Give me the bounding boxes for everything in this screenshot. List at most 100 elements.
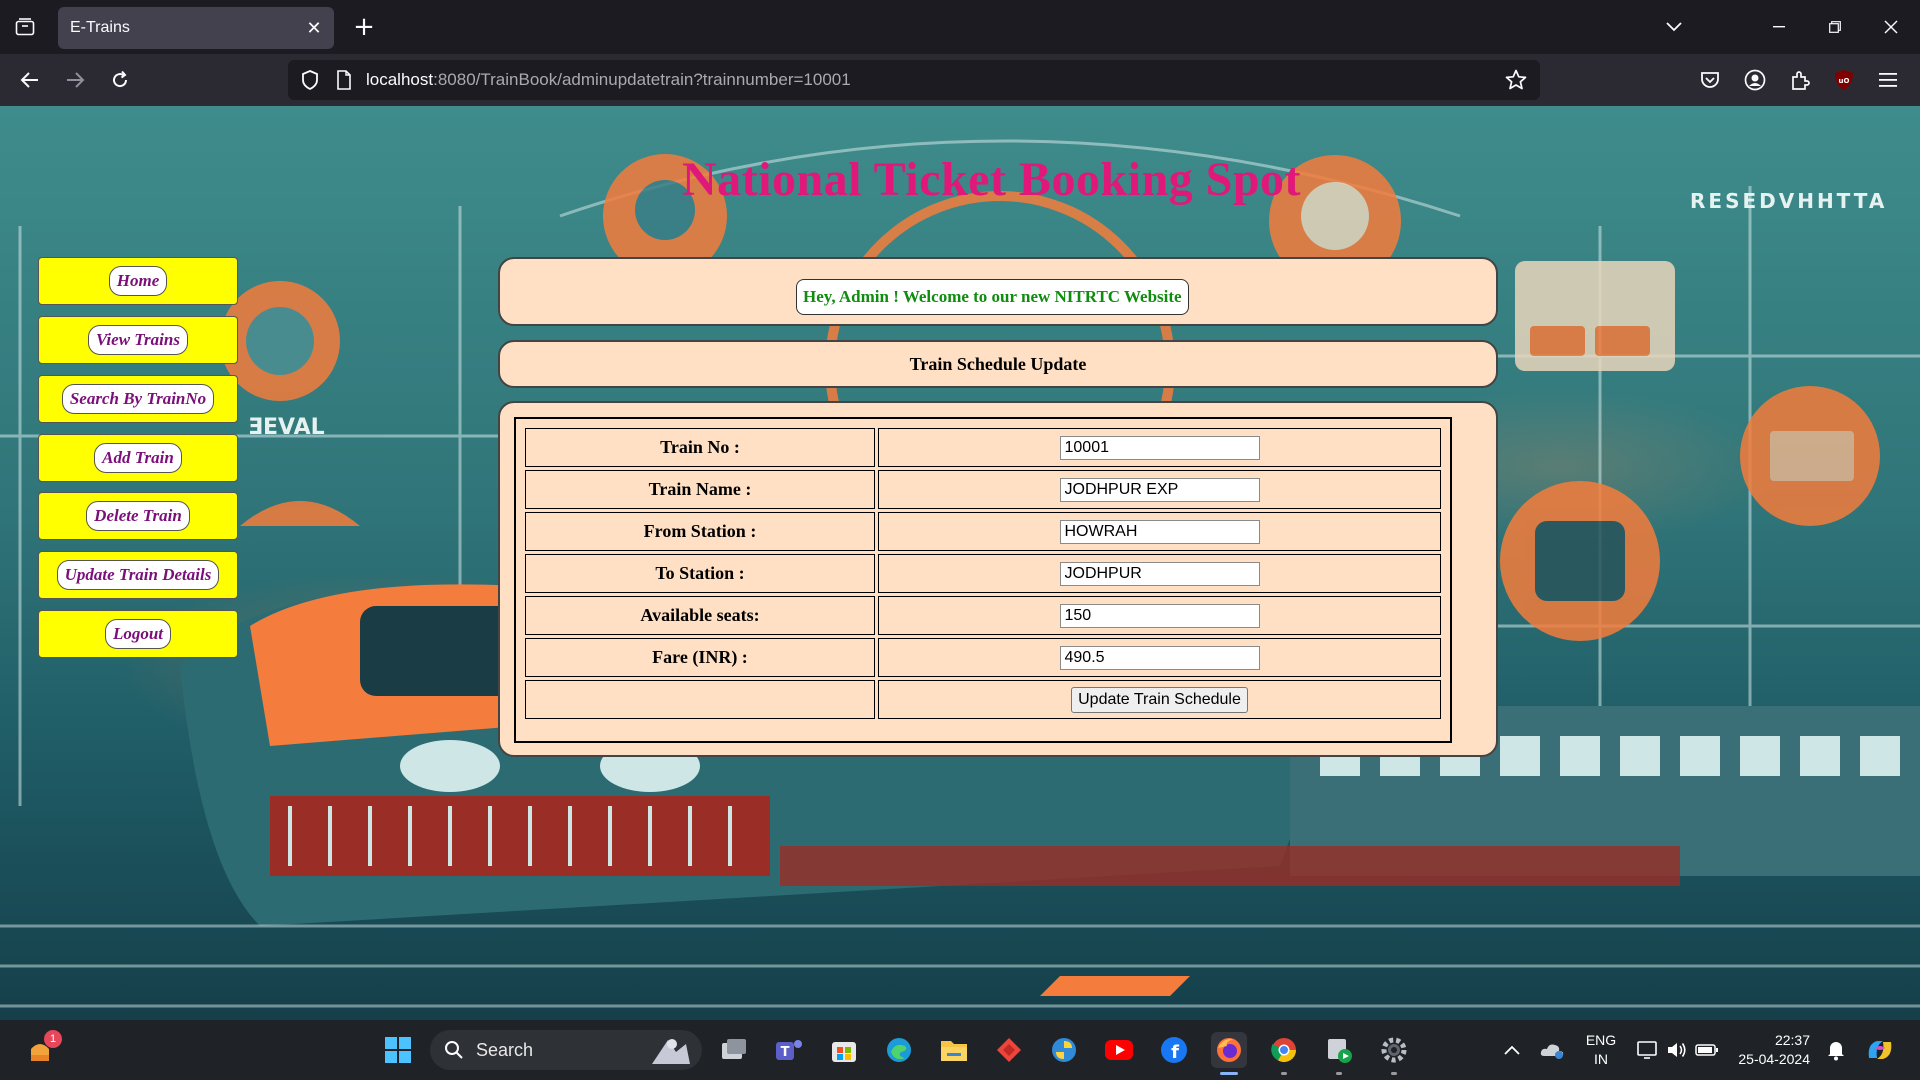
python-icon[interactable] [1046, 1032, 1082, 1068]
tab-overview-icon[interactable] [10, 12, 40, 42]
settings-gear-icon[interactable] [1376, 1032, 1412, 1068]
clock-time: 22:37 [1774, 1032, 1810, 1048]
form-row-fare: Fare (INR) : [525, 638, 1441, 677]
available-seats-label: Available seats: [525, 596, 875, 635]
teams-icon[interactable]: T [771, 1032, 807, 1068]
extensions-icon[interactable] [1786, 66, 1814, 94]
windows-taskbar: 1 Search T f ENG IN 22:37 25-04-2024 [0, 1020, 1920, 1080]
forward-arrow-icon[interactable] [59, 64, 91, 96]
firefox-active-indicator [1220, 1072, 1238, 1075]
sidebar-item-home[interactable]: Home [38, 257, 238, 305]
facebook-icon[interactable]: f [1156, 1032, 1192, 1068]
taskbar-search[interactable]: Search [430, 1030, 702, 1070]
notification-bell-icon[interactable] [1818, 1032, 1854, 1068]
hamburger-menu-icon[interactable] [1874, 66, 1902, 94]
windows-start-icon[interactable] [380, 1032, 416, 1068]
minimize-icon[interactable] [1756, 0, 1802, 54]
sidebar-link-search-by-trainno[interactable]: Search By TrainNo [61, 384, 215, 414]
form-row-to-station: To Station : [525, 554, 1441, 593]
sidebar-item-update-train-details[interactable]: Update Train Details [38, 551, 238, 599]
sidebar-item-logout[interactable]: Logout [38, 610, 238, 658]
fare-label: Fare (INR) : [525, 638, 875, 677]
address-bar[interactable]: localhost:8080/TrainBook/adminupdatetrai… [288, 60, 1540, 100]
language-line2: IN [1594, 1051, 1608, 1067]
to-station-input[interactable] [1059, 561, 1260, 586]
sidebar-link-update-train-details[interactable]: Update Train Details [56, 560, 220, 590]
to-station-cell [878, 554, 1441, 593]
form-row-train-no: Train No : [525, 428, 1441, 467]
form-row-from-station: From Station : [525, 512, 1441, 551]
update-train-schedule-button[interactable]: Update Train Schedule [1071, 686, 1248, 713]
svg-text:uO: uO [1839, 77, 1850, 85]
url-text[interactable]: localhost:8080/TrainBook/adminupdatetrai… [366, 70, 851, 90]
page-info-icon[interactable] [332, 68, 356, 92]
available-seats-input[interactable] [1059, 603, 1260, 628]
taskbar-search-label: Search [476, 1039, 534, 1060]
microsoft-store-icon[interactable] [826, 1032, 862, 1068]
pocket-icon[interactable] [1696, 66, 1724, 94]
from-station-label: From Station : [525, 512, 875, 551]
search-highlight-icon [652, 1039, 690, 1064]
train-no-input[interactable] [1059, 435, 1260, 460]
chrome-icon[interactable] [1266, 1032, 1302, 1068]
welcome-panel: Hey, Admin ! Welcome to our new NITRTC W… [498, 257, 1498, 326]
anydesk-icon[interactable] [991, 1032, 1027, 1068]
chevron-up-icon[interactable] [1494, 1032, 1530, 1068]
chevron-down-icon[interactable] [1660, 13, 1688, 41]
close-window-icon[interactable] [1868, 0, 1914, 54]
tracking-shield-icon[interactable] [298, 68, 322, 92]
bookmark-star-icon[interactable] [1504, 68, 1528, 92]
new-tab-icon[interactable]: + [348, 11, 380, 43]
language-line1: ENG [1585, 1032, 1617, 1048]
form-row-train-name: Train Name : [525, 470, 1441, 509]
youtube-icon[interactable] [1101, 1032, 1137, 1068]
from-station-input[interactable] [1059, 519, 1260, 544]
sidebar-link-delete-train[interactable]: Delete Train [86, 501, 190, 531]
back-arrow-icon[interactable] [14, 64, 46, 96]
sidebar-link-home[interactable]: Home [108, 266, 168, 296]
empty-cell [525, 680, 875, 719]
sidebar-link-add-train[interactable]: Add Train [94, 443, 182, 473]
settings-running-indicator [1391, 1072, 1397, 1075]
onedrive-icon[interactable] [1534, 1032, 1570, 1068]
train-no-label: Train No : [525, 428, 875, 467]
firefox-icon[interactable] [1211, 1032, 1247, 1068]
fare-cell [878, 638, 1441, 677]
svg-text:T: T [781, 1045, 790, 1060]
reload-icon[interactable] [104, 64, 136, 96]
media-player-icon[interactable] [1321, 1032, 1357, 1068]
sidebar-link-view-trains[interactable]: View Trains [88, 325, 188, 355]
train-name-input[interactable] [1059, 477, 1260, 502]
welcome-message: Hey, Admin ! Welcome to our new NITRTC W… [796, 279, 1189, 315]
edge-icon[interactable] [881, 1032, 917, 1068]
search-icon [445, 1041, 463, 1059]
fare-input[interactable] [1059, 645, 1260, 670]
sidebar-item-delete-train[interactable]: Delete Train [38, 492, 238, 540]
train-no-cell [878, 428, 1441, 467]
clock[interactable]: 22:37 25-04-2024 [1730, 1031, 1810, 1069]
background-sign-left: ƎEVAL [248, 415, 325, 440]
sidebar-link-logout[interactable]: Logout [104, 619, 172, 649]
clock-date: 25-04-2024 [1738, 1051, 1810, 1067]
language-indicator[interactable]: ENG IN [1578, 1031, 1624, 1069]
browser-nav-bar: localhost:8080/TrainBook/adminupdatetrai… [0, 54, 1920, 106]
sidebar-item-search-by-trainno[interactable]: Search By TrainNo [38, 375, 238, 423]
account-icon[interactable] [1741, 66, 1769, 94]
train-update-table: Train No : Train Name : From Station : T… [522, 425, 1444, 722]
weather-widget-icon[interactable]: 1 [22, 1030, 62, 1068]
site-title: National Ticket Booking Spot [682, 153, 1302, 206]
page-content: ƎEVAL RESEDVHHTTA National Ticket Bookin… [0, 106, 1920, 1020]
browser-tab[interactable]: E-Trains ✕ [58, 7, 334, 49]
sidebar-item-add-train[interactable]: Add Train [38, 434, 238, 482]
file-explorer-icon[interactable] [936, 1032, 972, 1068]
task-view-icon[interactable] [716, 1032, 752, 1068]
battery-icon[interactable] [1689, 1032, 1725, 1068]
restore-icon[interactable] [1812, 0, 1858, 54]
svg-text:f: f [1171, 1042, 1179, 1063]
section-title-panel: Train Schedule Update [498, 340, 1498, 388]
ublock-origin-icon[interactable]: uO [1830, 66, 1858, 94]
copilot-icon[interactable] [1862, 1032, 1898, 1068]
sidebar-item-view-trains[interactable]: View Trains [38, 316, 238, 364]
tab-close-icon[interactable]: ✕ [304, 18, 324, 39]
from-station-cell [878, 512, 1441, 551]
